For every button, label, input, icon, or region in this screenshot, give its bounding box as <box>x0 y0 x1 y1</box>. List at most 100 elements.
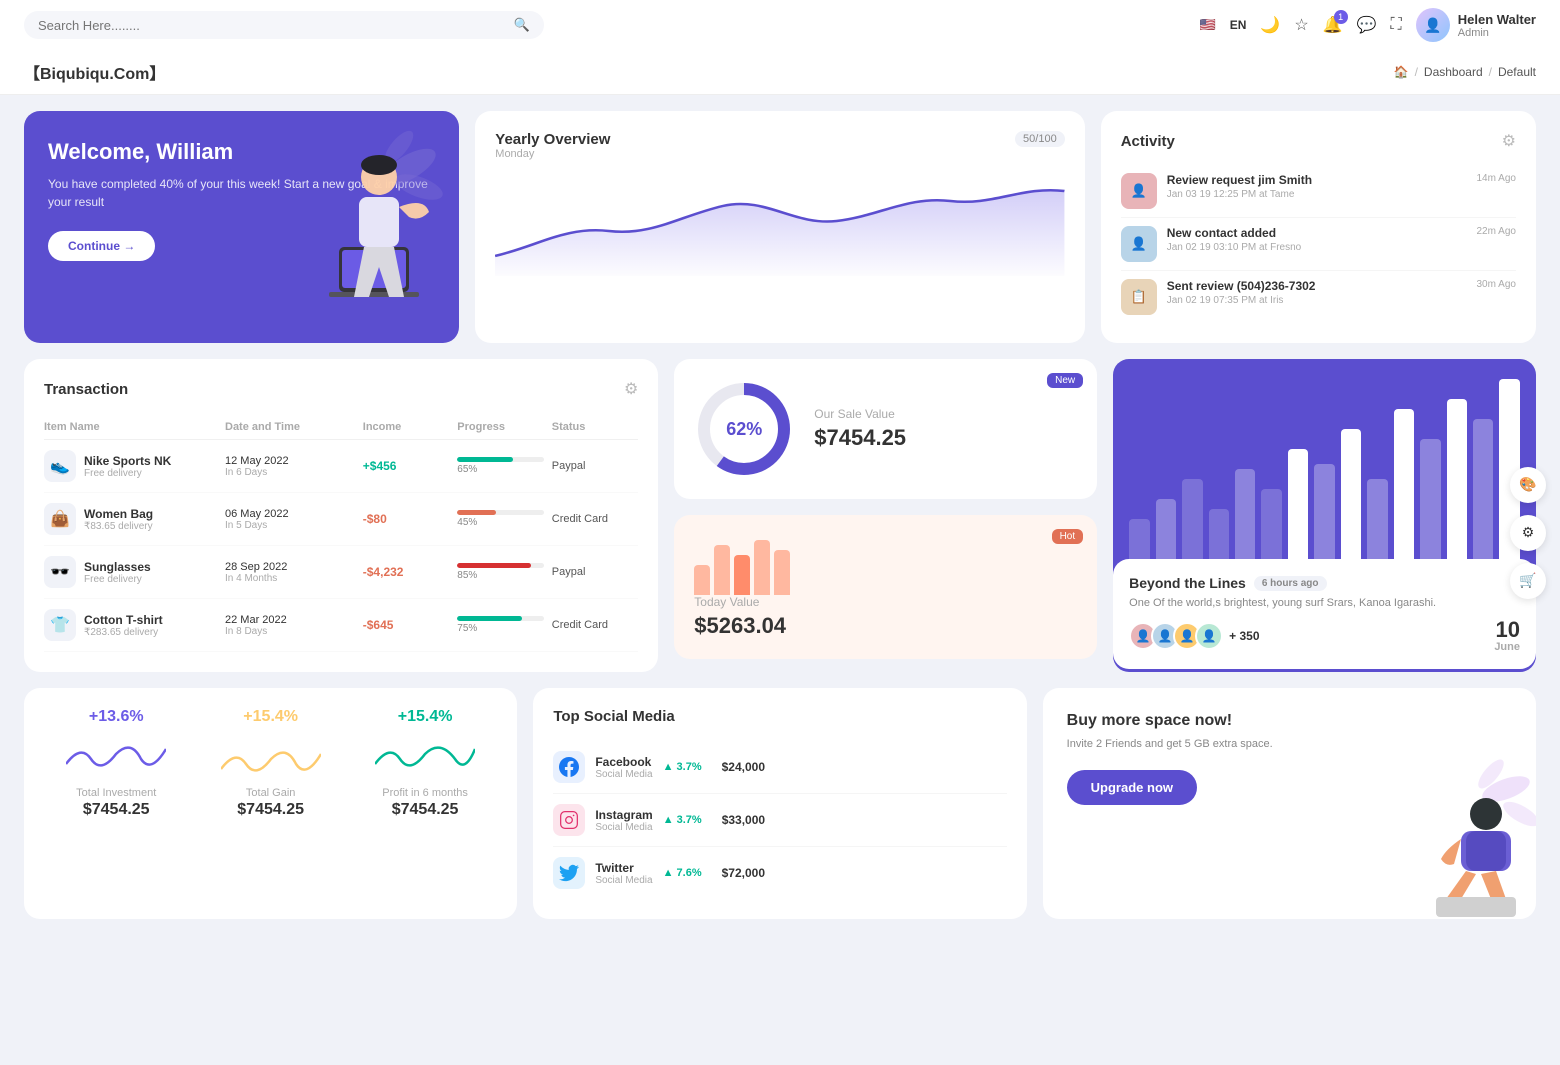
facebook-info: Facebook Social Media <box>595 755 652 780</box>
item-name-0: Nike Sports NK <box>84 454 171 468</box>
search-bar[interactable]: 🔍 <box>24 11 544 39</box>
activity-time-2: 30m Ago <box>1477 279 1516 290</box>
b-bar-6 <box>1288 449 1308 559</box>
lang-label[interactable]: EN <box>1230 18 1247 32</box>
beyond-title: Beyond the Lines 6 hours ago <box>1129 575 1520 591</box>
beyond-bars <box>1113 359 1536 559</box>
item-name-1: Women Bag <box>84 507 153 521</box>
item-icon-3: 👕 <box>44 609 76 641</box>
status-3: Credit Card <box>552 619 639 631</box>
middle-column: New 62% Our Sale Value $7454.25 Hot <box>674 359 1097 672</box>
yearly-badge: 50/100 <box>1015 131 1065 147</box>
b-bar-4 <box>1235 469 1255 559</box>
beyond-footer: 👤 👤 👤 👤 + 350 10 June <box>1129 619 1520 653</box>
stat-value-2: $7454.25 <box>353 801 497 819</box>
bell-icon[interactable]: 🔔 1 <box>1323 15 1343 35</box>
b-bar-11 <box>1420 439 1440 559</box>
facebook-amount: $24,000 <box>722 760 765 774</box>
user-details: Helen Walter Admin <box>1458 12 1536 39</box>
transaction-header: Transaction ⚙ <box>44 379 638 399</box>
yearly-header: Yearly Overview Monday 50/100 <box>495 131 1064 172</box>
search-input[interactable] <box>38 18 506 33</box>
sale-info: Our Sale Value $7454.25 <box>814 407 1077 451</box>
stat-value-1: $7454.25 <box>198 801 342 819</box>
beyond-avatars: 👤 👤 👤 👤 + 350 <box>1129 622 1259 650</box>
stats-card: +13.6% Total Investment $7454.25 +15.4% … <box>24 688 517 919</box>
right-icon-settings[interactable]: ⚙ <box>1510 515 1546 551</box>
item-sub-0: Free delivery <box>84 468 171 479</box>
item-name-3: Cotton T-shirt <box>84 613 163 627</box>
moon-icon[interactable]: 🌙 <box>1260 15 1280 35</box>
star-icon[interactable]: ☆ <box>1294 15 1308 35</box>
stat-value-0: $7454.25 <box>44 801 188 819</box>
twitter-amount: $72,000 <box>722 866 765 880</box>
bar-1 <box>714 545 730 595</box>
activity-content-1: New contact added Jan 02 19 03:10 PM at … <box>1167 226 1467 253</box>
activity-sub-1: Jan 02 19 03:10 PM at Fresno <box>1167 242 1467 253</box>
stat-label-0: Total Investment <box>44 787 188 799</box>
item-icon-1: 👜 <box>44 503 76 535</box>
b-bar-1 <box>1156 499 1176 559</box>
beyond-card: Beyond the Lines 6 hours ago One Of the … <box>1113 359 1536 672</box>
av-3: 👤 <box>1195 622 1223 650</box>
item-icon-2: 🕶️ <box>44 556 76 588</box>
income-3: -$645 <box>363 618 450 632</box>
right-icon-palette[interactable]: 🎨 <box>1510 467 1546 503</box>
pct-2: 85% <box>457 570 544 581</box>
breadcrumb-dashboard: Dashboard <box>1424 65 1483 79</box>
beyond-bottom: Beyond the Lines 6 hours ago One Of the … <box>1113 559 1536 669</box>
today-label: Today Value <box>694 595 1077 609</box>
b-bar-9 <box>1367 479 1387 559</box>
twitter-info: Twitter Social Media <box>595 861 652 886</box>
activity-content-0: Review request jim Smith Jan 03 19 12:25… <box>1167 173 1467 200</box>
b-bar-7 <box>1314 464 1334 559</box>
continue-button[interactable]: Continue → <box>48 231 155 261</box>
instagram-icon <box>553 804 585 836</box>
item-info-0: 👟 Nike Sports NK Free delivery <box>44 450 217 482</box>
social-item-twitter: Twitter Social Media ▲ 7.6% $72,000 <box>553 847 1006 899</box>
header: 🔍 🇺🇸 EN 🌙 ☆ 🔔 1 💬 ⛶ 👤 Helen Walter Admin <box>0 0 1560 50</box>
income-2: -$4,232 <box>363 565 450 579</box>
social-header: Top Social Media <box>553 708 1006 725</box>
today-bar-chart <box>694 535 790 595</box>
b-bar-12 <box>1447 399 1467 559</box>
status-0: Paypal <box>552 460 639 472</box>
date-2: 28 Sep 2022 <box>225 561 355 573</box>
user-info: 👤 Helen Walter Admin <box>1416 8 1536 42</box>
stat-percent-1: +15.4% <box>198 708 342 726</box>
item-sub-3: ₹283.65 delivery <box>84 627 163 638</box>
stat-percent-0: +13.6% <box>44 708 188 726</box>
datesub-2: In 4 Months <box>225 573 355 584</box>
item-info-3: 👕 Cotton T-shirt ₹283.65 delivery <box>44 609 217 641</box>
table-head: Item Name Date and Time Income Progress … <box>44 415 638 440</box>
row3: +13.6% Total Investment $7454.25 +15.4% … <box>24 688 1536 919</box>
activity-sub-0: Jan 03 19 12:25 PM at Tame <box>1167 189 1467 200</box>
right-icon-cart[interactable]: 🛒 <box>1510 563 1546 599</box>
transaction-settings-button[interactable]: ⚙ <box>624 379 638 399</box>
activity-list: 👤 Review request jim Smith Jan 03 19 12:… <box>1121 165 1516 323</box>
activity-time-1: 22m Ago <box>1477 226 1516 237</box>
b-bar-5 <box>1261 489 1281 559</box>
donut-chart: 62% <box>694 379 794 479</box>
instagram-amount: $33,000 <box>722 813 765 827</box>
activity-settings-button[interactable]: ⚙ <box>1502 131 1516 151</box>
b-bar-3 <box>1209 509 1229 559</box>
chat-icon[interactable]: 💬 <box>1357 15 1377 35</box>
activity-card: Activity ⚙ 👤 Review request jim Smith Ja… <box>1101 111 1536 343</box>
expand-icon[interactable]: ⛶ <box>1391 16 1402 34</box>
user-name: Helen Walter <box>1458 12 1536 27</box>
header-right: 🇺🇸 EN 🌙 ☆ 🔔 1 💬 ⛶ 👤 Helen Walter Admin <box>1200 8 1536 42</box>
avatar: 👤 <box>1416 8 1450 42</box>
stat-label-2: Profit in 6 months <box>353 787 497 799</box>
stat-percent-2: +15.4% <box>353 708 497 726</box>
income-0: +$456 <box>363 459 450 473</box>
activity-title-2: Sent review (504)236-7302 <box>1167 279 1467 293</box>
activity-time-0: 14m Ago <box>1477 173 1516 184</box>
activity-sub-2: Jan 02 19 07:35 PM at Iris <box>1167 295 1467 306</box>
status-2: Paypal <box>552 566 639 578</box>
activity-title: Activity <box>1121 133 1175 150</box>
main-content: Welcome, William You have completed 40% … <box>0 95 1560 935</box>
upgrade-button[interactable]: Upgrade now <box>1067 770 1197 805</box>
table-row: 👜 Women Bag ₹83.65 delivery 06 May 2022 … <box>44 493 638 546</box>
instagram-info: Instagram Social Media <box>595 808 652 833</box>
